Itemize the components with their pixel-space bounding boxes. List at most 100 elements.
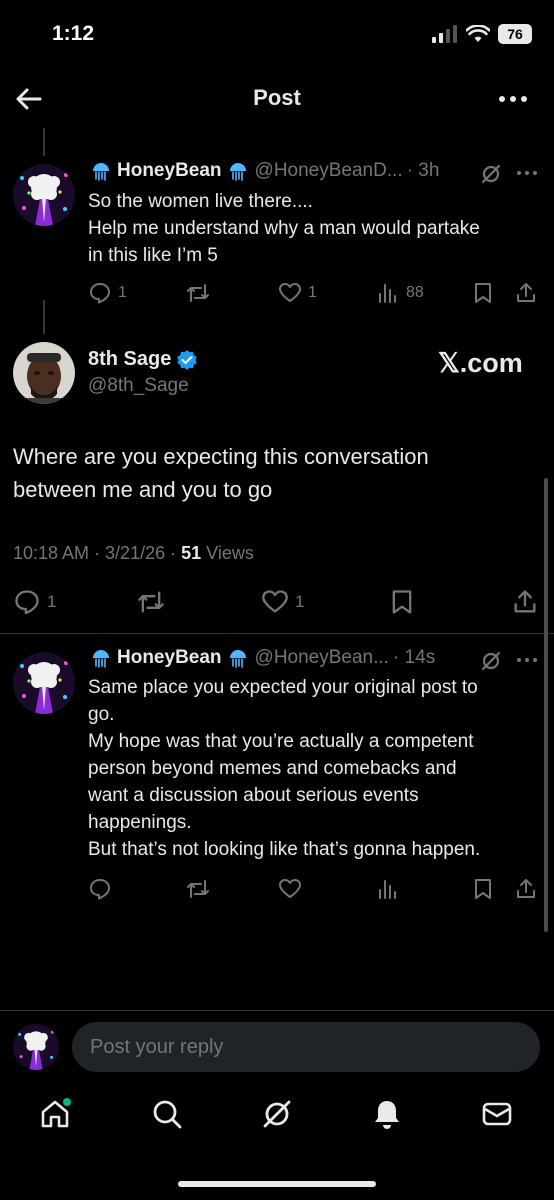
honeybean-avatar-icon <box>13 164 75 226</box>
avatar[interactable] <box>13 1024 59 1070</box>
tweet-time: · 3h <box>406 160 440 181</box>
like-count: 1 <box>295 592 305 611</box>
bookmark-icon <box>475 879 491 899</box>
grok-button[interactable] <box>480 163 502 185</box>
verified-badge-icon <box>177 349 198 370</box>
mail-icon <box>482 1102 512 1126</box>
nav-home[interactable] <box>38 1097 72 1131</box>
battery-indicator: 76 <box>498 24 532 44</box>
like-button[interactable]: 1 <box>278 281 317 305</box>
author-name[interactable]: HoneyBean <box>117 647 222 669</box>
bookmark-icon <box>475 283 491 303</box>
nav-grok[interactable] <box>260 1097 294 1131</box>
heart-icon <box>262 590 288 613</box>
author-name[interactable]: 8th Sage <box>88 348 171 371</box>
source-label[interactable]: 𝕏.com <box>438 348 523 379</box>
grok-button[interactable] <box>480 650 502 672</box>
share-icon <box>514 590 536 613</box>
tweet-timestamp: 10:18 AM · 3/21/26 · <box>13 543 182 563</box>
nav-search[interactable] <box>150 1097 184 1131</box>
tweet-actions <box>88 876 544 902</box>
author-handle[interactable]: @8th_Sage <box>88 375 189 397</box>
status-icons: 76 <box>432 24 532 44</box>
tweet-header: HoneyBean @HoneyBeanD... · 3h <box>90 160 542 182</box>
home-indicator <box>178 1181 376 1187</box>
tweet-text: Same place you expected your original po… <box>88 674 544 863</box>
repost-icon <box>187 284 209 302</box>
repost-button[interactable] <box>186 877 210 901</box>
reply-button[interactable] <box>88 877 112 901</box>
tweet-text-line: between me and you to go <box>13 477 273 502</box>
divider <box>0 633 554 634</box>
reply-icon <box>90 283 110 304</box>
views-button[interactable] <box>376 877 400 901</box>
nav-messages[interactable] <box>480 1097 514 1131</box>
heart-icon <box>279 879 301 898</box>
more-icon <box>499 96 527 102</box>
bookmark-button[interactable] <box>389 588 415 616</box>
tweet-text-line: in this like I’m 5 <box>88 245 218 266</box>
views-label: Views <box>201 543 254 563</box>
honeybean-avatar-icon <box>13 1024 59 1070</box>
avatar[interactable] <box>13 652 75 714</box>
views-icon <box>379 880 396 899</box>
avatar[interactable] <box>13 164 75 226</box>
main-author: 8th Sage <box>88 348 198 371</box>
scrollbar[interactable] <box>544 478 548 932</box>
repost-button[interactable] <box>137 588 165 616</box>
bookmark-button[interactable] <box>472 877 494 901</box>
share-icon <box>517 283 535 302</box>
tweet-text-line: want a discussion about serious events <box>88 785 419 806</box>
author-name[interactable]: HoneyBean <box>117 160 222 182</box>
jellyfish-emoji-icon <box>229 650 246 668</box>
tweet-header: HoneyBean @HoneyBean... · 14s <box>90 647 542 669</box>
home-icon <box>41 1098 71 1128</box>
tweet-more-button[interactable] <box>515 650 539 670</box>
divider <box>0 1010 554 1011</box>
more-options-button[interactable] <box>496 84 530 114</box>
jellyfish-emoji-icon <box>93 650 109 668</box>
jellyfish-emoji-icon <box>229 163 246 181</box>
page-title: Post <box>253 85 301 110</box>
share-button[interactable] <box>514 281 538 305</box>
repost-button[interactable] <box>186 281 210 305</box>
like-button[interactable] <box>278 877 302 901</box>
status-time: 1:12 <box>52 22 95 45</box>
avatar[interactable] <box>13 342 75 404</box>
like-count: 1 <box>308 284 317 301</box>
sage-avatar-icon <box>13 342 75 404</box>
tweet-time: · 14s <box>392 647 436 668</box>
reply-button[interactable]: 1 <box>88 281 127 305</box>
reply-icon <box>15 590 39 615</box>
search-icon <box>153 1100 182 1129</box>
tweet-text-line: Same place you expected your original po… <box>88 677 478 698</box>
tweet-actions: 1 1 88 <box>88 280 544 306</box>
grok-icon <box>481 164 501 184</box>
more-icon <box>517 171 537 175</box>
author-handle[interactable]: @HoneyBeanD... <box>255 160 403 182</box>
tweet-timestamp-row: 10:18 AM · 3/21/26 · 51 Views <box>13 543 254 564</box>
views-button[interactable]: 88 <box>376 281 424 305</box>
repost-icon <box>187 880 209 898</box>
more-icon <box>517 658 537 662</box>
repost-icon <box>138 591 164 613</box>
tweet-text: So the women live there.... Help me unde… <box>88 188 544 269</box>
tweet-text-line: Where are you expecting this conversatio… <box>13 444 429 469</box>
tweet-text-line: Help me understand why a man would parta… <box>88 218 480 239</box>
reply-button[interactable]: 1 <box>13 588 56 616</box>
tweet-text-line: But that’s not looking like that’s gonna… <box>88 839 481 860</box>
views-count[interactable]: 51 <box>181 543 201 563</box>
bookmark-button[interactable] <box>472 281 494 305</box>
share-button[interactable] <box>511 588 539 616</box>
tweet-text-line: My hope was that you’re actually a compe… <box>88 731 474 752</box>
tweet-more-button[interactable] <box>515 163 539 183</box>
like-button[interactable]: 1 <box>261 588 304 616</box>
author-handle[interactable]: @HoneyBean... <box>255 647 389 669</box>
reply-input[interactable]: Post your reply <box>72 1022 540 1072</box>
signal-icon <box>432 25 457 43</box>
reply-count: 1 <box>47 592 57 611</box>
nav-notifications[interactable] <box>370 1097 404 1131</box>
grok-icon <box>263 1100 291 1128</box>
honeybean-avatar-icon <box>13 652 75 714</box>
share-button[interactable] <box>514 877 538 901</box>
